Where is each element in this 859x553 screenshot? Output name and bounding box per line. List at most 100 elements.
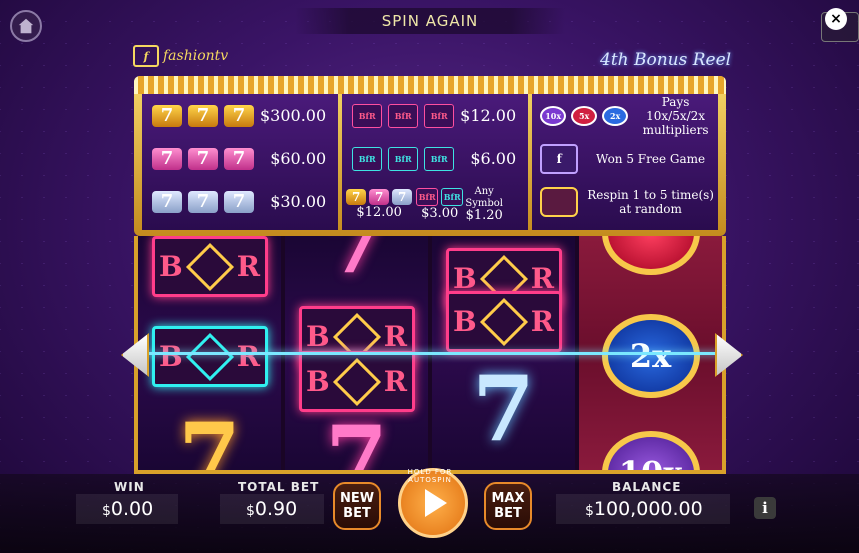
cyan-bfr-icon: BfR (424, 146, 455, 171)
silver-seven-icon: 7 (188, 190, 218, 213)
pink-bfr-symbol: BR (151, 236, 268, 297)
pay-value: $12.00 (460, 106, 517, 125)
diamond-icon (479, 297, 528, 346)
bfr-letter: R (383, 320, 407, 353)
gold-seven-symbol: 7 (178, 403, 241, 470)
balance-currency: $ (585, 503, 594, 519)
bfr-letter: B (453, 305, 477, 338)
hold-autospin-label: HOLD FOR AUTOSPIN (407, 468, 453, 484)
pink-bfr-symbol: BR (445, 291, 562, 352)
payline (140, 352, 720, 355)
bonus-row-respin: Respin 1 to 5 time(s) at random (532, 180, 718, 223)
balance-value: $100,000.00 (585, 498, 703, 520)
bonus-text: Pays 10x/5x/2x multipliers (642, 94, 709, 137)
silver-seven-icon: 7 (152, 190, 182, 213)
paytable: 7 7 7 $300.00 7 7 7 $60.00 7 7 7 $30.00 … (134, 76, 726, 236)
win-currency: $ (102, 503, 111, 519)
paytable-sevens: 7 7 7 $300.00 7 7 7 $60.00 7 7 7 $30.00 (142, 94, 339, 230)
any-symbol-label: Any Symbol (465, 186, 503, 209)
win-label: WIN (114, 480, 145, 494)
pink-bfr-icon: BfR (424, 103, 455, 128)
home-icon (18, 18, 34, 34)
pink-bfr-symbol: BR (298, 351, 415, 412)
bonus-row-multipliers: 10x 5x 2x Pays 10x/5x/2x multipliers (532, 94, 718, 137)
pink-bfr-icon: BfR (416, 187, 439, 206)
bfr-letter: R (383, 365, 407, 398)
win-value: $0.00 (102, 498, 153, 520)
max-bet-button[interactable]: MAX BET (484, 482, 532, 530)
balance-amount: 100,000.00 (593, 498, 703, 520)
close-icon[interactable]: × (825, 8, 847, 30)
bfr-letter: B (159, 250, 183, 283)
play-icon (425, 489, 447, 517)
5x-multiplier-symbol (601, 236, 700, 275)
bonus-reel-title: 4th Bonus Reel (600, 50, 732, 70)
gold-seven-icon: 7 (224, 104, 254, 127)
bonus-row-free-games: f Won 5 Free Game (532, 137, 718, 180)
balance-label: BALANCE (612, 480, 682, 494)
info-button[interactable]: i (754, 497, 776, 519)
pink-bfr-icon: BfR (352, 103, 383, 128)
free-games-icon: f (540, 143, 579, 174)
bfr-letter: B (306, 365, 330, 398)
paytable-row-cyan-bfr: BfR BfR BfR $6.00 (342, 137, 528, 180)
pink-bfr-icon: BfR (388, 103, 419, 128)
paytable-bonus: 10x 5x 2x Pays 10x/5x/2x multipliers f W… (532, 94, 718, 230)
logo-diamond-icon: f (133, 45, 159, 67)
10x-multiplier-symbol: 10x (601, 431, 700, 470)
bonus-text: Won 5 Free Game (596, 151, 706, 166)
total-bet-label: TOTAL BET (238, 480, 320, 494)
spin-again-banner: SPIN AGAIN (295, 8, 565, 34)
cyan-bfr-symbol: BR (151, 326, 268, 387)
diamond-icon (185, 332, 234, 381)
bfr-letter: R (530, 305, 554, 338)
pink-seven-icon: 7 (188, 147, 218, 170)
new-bet-button[interactable]: NEW BET (333, 482, 381, 530)
paytable-bars: BfR BfR BfR $12.00 BfR BfR BfR $6.00 7 7… (342, 94, 529, 230)
2x-multiplier-symbol: 2x (601, 314, 700, 398)
marquee-lights (134, 76, 726, 94)
pink-seven-icon: 7 (369, 188, 390, 205)
reel-grid: BR BR 7 7 BR BR 7 BR BR 7 2x 10x (134, 236, 726, 474)
any-bar-pay: $3.00 (421, 205, 459, 221)
win-amount: 0.00 (110, 498, 154, 520)
pay-value: $60.00 (270, 149, 327, 168)
cyan-bfr-icon: BfR (352, 146, 383, 171)
silver-seven-icon: 7 (392, 188, 413, 205)
paytable-row-silver-seven: 7 7 7 $30.00 (142, 180, 338, 223)
gold-seven-icon: 7 (346, 188, 367, 205)
pink-seven-symbol: 7 (325, 406, 388, 470)
bfr-letter: B (306, 320, 330, 353)
pink-seven-icon: 7 (224, 147, 254, 170)
5x-icon: 5x (571, 105, 598, 126)
paytable-row-any: 7 7 7 $12.00 BfR BfR $3.00 Any Symbol $1… (342, 180, 528, 228)
any-symbol-pay: $1.20 (465, 208, 503, 223)
bonus-text: Respin 1 to 5 time(s) at random (587, 187, 714, 216)
home-button[interactable] (10, 10, 42, 42)
pay-value: $6.00 (470, 149, 517, 168)
bfr-letter: R (236, 250, 260, 283)
total-bet-value: $0.90 (246, 498, 297, 520)
pay-value: $300.00 (260, 106, 327, 125)
respin-icon (540, 186, 579, 217)
cyan-bfr-icon: BfR (388, 146, 419, 171)
silver-seven-icon: 7 (224, 190, 254, 213)
total-bet-amount: 0.90 (254, 498, 298, 520)
gold-seven-icon: 7 (152, 104, 182, 127)
fashiontv-logo: f fashiontv (133, 45, 228, 67)
pay-value: $30.00 (270, 192, 327, 211)
bfr-letter: B (159, 340, 183, 373)
pink-seven-symbol: 7 (325, 236, 388, 294)
pink-seven-icon: 7 (152, 147, 182, 170)
gold-seven-icon: 7 (188, 104, 218, 127)
diamond-icon (332, 357, 381, 406)
paytable-row-pink-seven: 7 7 7 $60.00 (142, 137, 338, 180)
paytable-row-gold-seven: 7 7 7 $300.00 (142, 94, 338, 137)
any-seven-pay: $12.00 (356, 204, 402, 220)
2x-icon: 2x (602, 105, 629, 126)
silver-seven-symbol: 7 (472, 356, 535, 462)
10x-icon: 10x (540, 105, 567, 126)
cyan-bfr-icon: BfR (441, 187, 464, 206)
bfr-letter: R (236, 340, 260, 373)
total-bet-currency: $ (246, 503, 255, 519)
